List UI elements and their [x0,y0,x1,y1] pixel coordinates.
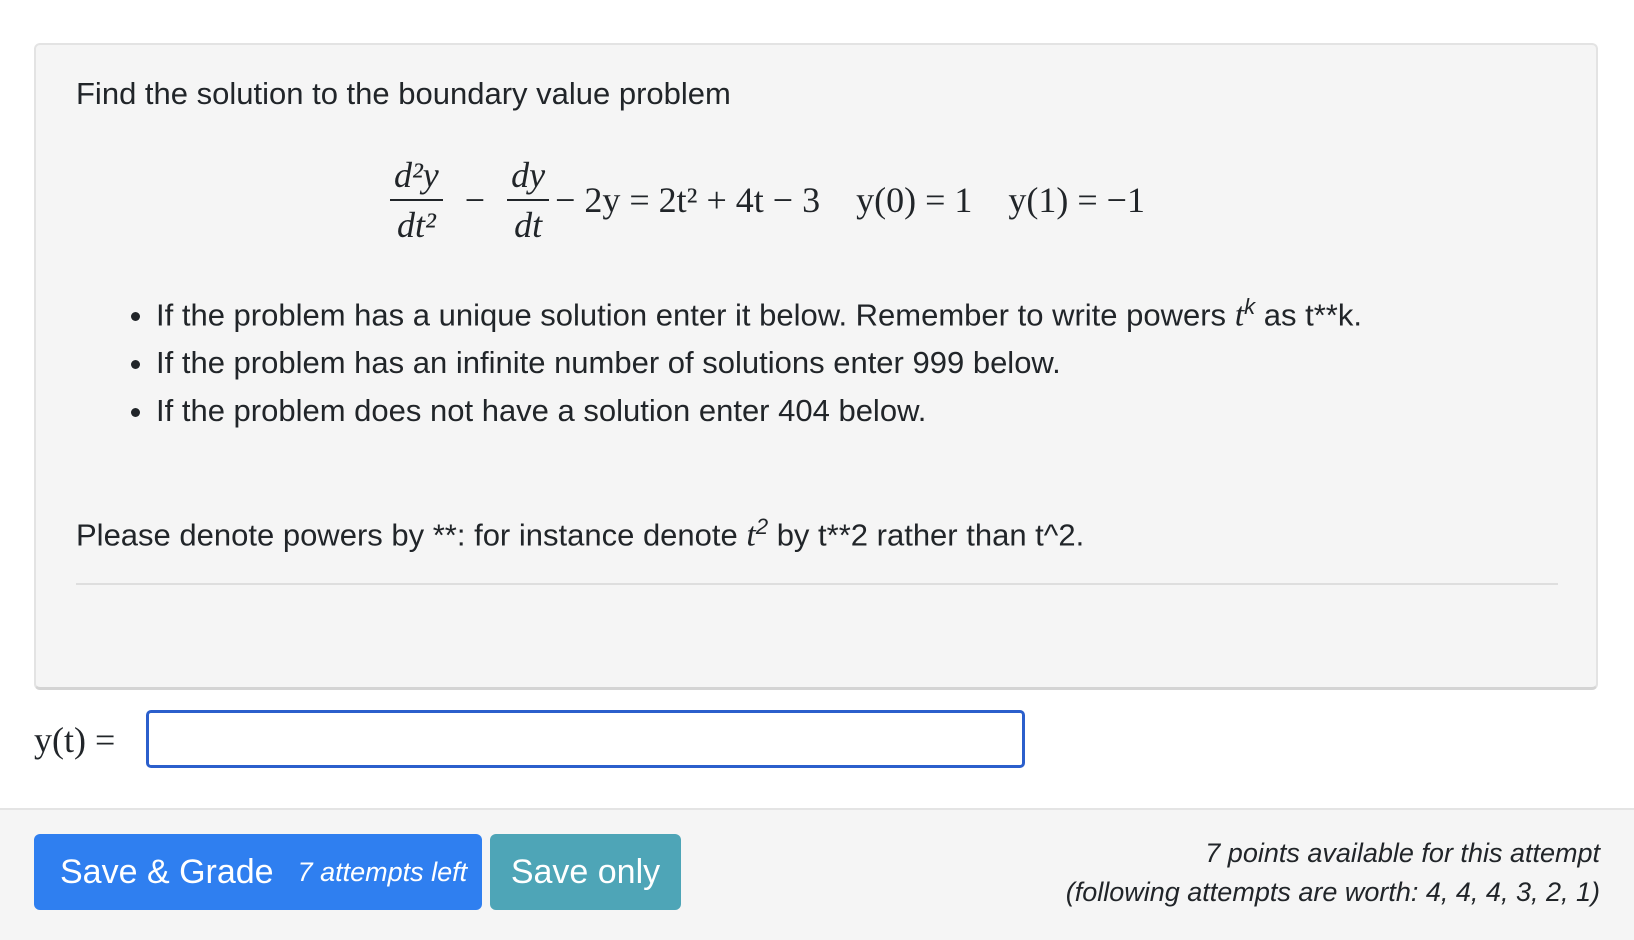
instruction-text-after: as t**k. [1255,297,1362,333]
save-and-grade-button[interactable]: Save & Grade 7 attempts left [34,834,482,910]
math-variable: t [1234,296,1245,334]
power-notation-note: Please denote powers by **: for instance… [76,507,1084,555]
points-available: 7 points available for this attempt [1205,838,1600,868]
list-item: If the problem has an infinite number of… [156,339,1362,387]
boundary-condition-1: y(0) = 1 [856,180,973,220]
points-info: 7 points available for this attempt (fol… [1066,834,1600,912]
answer-label: y(t) = [34,720,116,760]
first-derivative-fraction: dy dt [507,155,550,245]
fraction-numerator: dy [507,155,550,201]
fraction-numerator: d²y [390,155,443,201]
minus-operator: − [464,180,486,220]
math-variable: t [746,516,756,554]
note-text-after: by t**2 rather than t^2. [768,517,1085,553]
list-item: If the problem has a unique solution ent… [156,283,1362,339]
instructions-list: If the problem has a unique solution ent… [110,283,1362,435]
equation-rhs: − 2y = 2t² + 4t − 3 [555,180,821,220]
save-only-button[interactable]: Save only [490,834,681,910]
following-attempts-worth: (following attempts are worth: 4, 4, 4, … [1065,877,1600,907]
note-text: Please denote powers by **: for instance… [76,517,747,553]
problem-intro: Find the solution to the boundary value … [76,76,731,111]
button-label: Save & Grade [60,852,274,891]
fraction-denominator: dt [514,205,543,245]
fraction-denominator: dt² [396,205,436,245]
attempts-left: 7 attempts left [297,856,468,887]
instruction-text: If the problem has a unique solution ent… [156,297,1235,333]
second-derivative-fraction: d²y dt² [390,155,443,245]
list-item: If the problem does not have a solution … [156,387,1362,435]
divider [76,583,1558,585]
instruction-text: If the problem has an infinite number of… [156,345,1061,381]
answer-input[interactable] [146,710,1025,768]
differential-equation: d²y dt² − dy dt − 2y = 2t² + 4t − 3 y(0)… [384,152,1145,248]
math-exponent: k [1244,294,1256,319]
boundary-condition-2: y(1) = −1 [1008,180,1145,220]
instruction-text: If the problem does not have a solution … [156,393,927,429]
math-exponent: 2 [755,514,769,539]
